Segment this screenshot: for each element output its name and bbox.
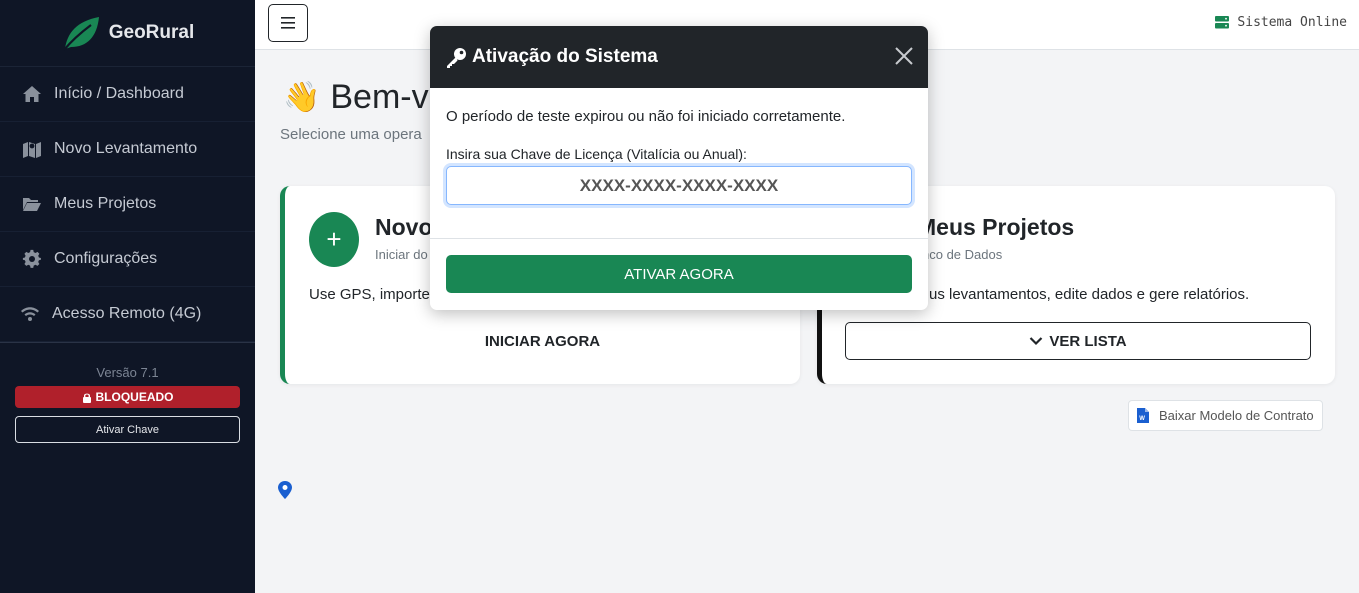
activation-modal: Ativação do Sistema O período de teste e… (430, 26, 928, 310)
modal-footer: ATIVAR AGORA (430, 239, 928, 309)
license-key-input[interactable] (446, 166, 912, 205)
trial-expired-message: O período de teste expirou ou não foi in… (446, 108, 846, 125)
activate-now-button[interactable]: ATIVAR AGORA (446, 255, 912, 293)
modal-body: O período de teste expirou ou não foi in… (430, 88, 928, 239)
modal-title: Ativação do Sistema (472, 46, 658, 67)
license-key-label: Insira sua Chave de Licença (Vitalícia o… (446, 146, 747, 162)
key-icon (447, 47, 466, 68)
close-icon[interactable] (895, 47, 913, 65)
modal-header: Ativação do Sistema (430, 26, 928, 88)
